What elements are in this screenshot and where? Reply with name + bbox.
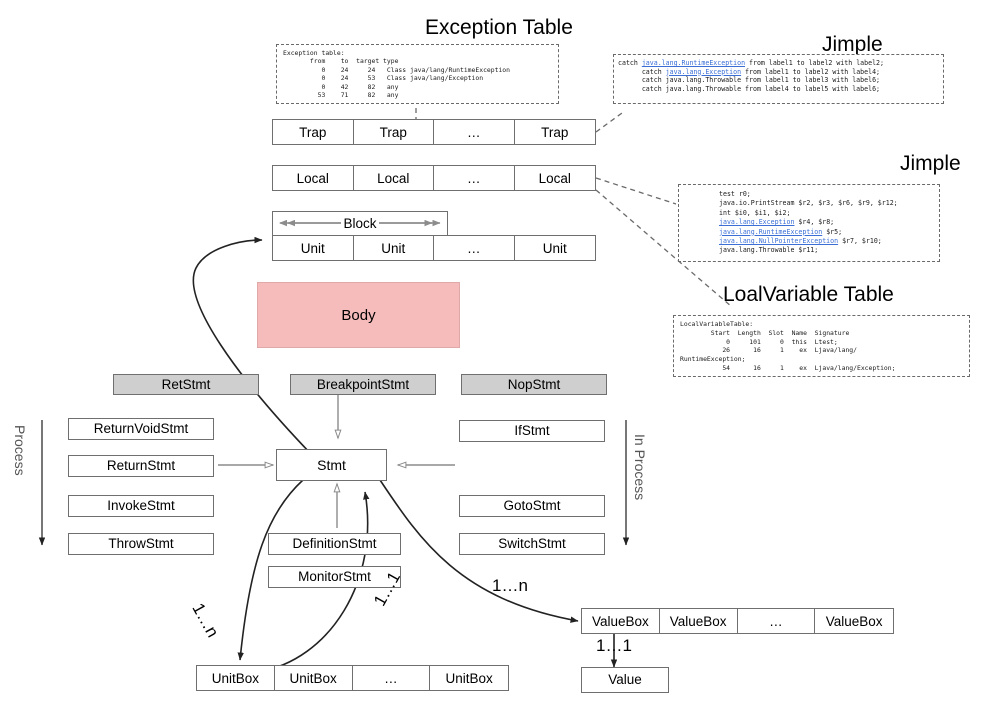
valuebox-strip: ValueBox ValueBox… ValueBox [581,608,894,634]
monitorstmt-label: MonitorStmt [298,569,371,585]
strip-cell[interactable]: Trap [515,120,596,144]
jimple-mid-code: test r0; java.io.PrintStream $r2, $r3, $r… [678,184,940,262]
code-line: test r0; [719,190,751,198]
switchstmt-label: SwitchStmt [498,536,566,552]
strip-cell[interactable]: … [434,236,515,260]
retstmt-box[interactable]: RetStmt [113,374,259,395]
gotostmt-label: GotoStmt [503,498,561,514]
strip-cell[interactable]: … [434,120,515,144]
strip-cell[interactable]: ValueBox [660,609,738,633]
heading-jimple-mid: Jimple [900,152,961,175]
block-bracket: Block [272,211,448,235]
code-line: java.lang.NullPointerException $r7, $r10… [719,237,882,246]
code-line: 0 42 82 any [283,82,399,91]
strip-cell[interactable]: UnitBox [197,666,275,690]
code-type-link[interactable]: java.lang.RuntimeException [719,228,822,236]
strip-cell[interactable]: Local [354,166,434,190]
code-line: LocalVariableTable: [680,320,754,328]
ifstmt-label: IfStmt [514,423,550,439]
strip-cell[interactable]: Unit [515,236,596,260]
strip-cell[interactable]: Trap [354,120,434,144]
strip-cell[interactable]: ValueBox [815,609,893,633]
nopstmt-box[interactable]: NopStmt [461,374,607,395]
strip-cell[interactable]: Unit [273,236,354,260]
strip-cell[interactable]: … [353,666,431,690]
code-line: int $i0, $i1, $i2; [719,208,791,217]
mult-valuebox-value: 1…1 [596,636,632,655]
breakpointstmt-box[interactable]: BreakpointStmt [290,374,436,395]
code-type-link[interactable]: java.lang.NullPointerException [719,237,838,245]
code-line: java.io.PrintStream $r2, $r3, $r6, $r9, … [719,199,898,208]
code-line: from to target type [283,57,399,66]
mult-stmt-valuebox: 1…n [492,576,528,595]
local-variable-table-code: LocalVariableTable: Start Length Slot Na… [673,315,970,377]
code-line: catch java.lang.RuntimeException from la… [618,59,884,67]
strip-cell[interactable]: … [738,609,816,633]
returnvoidstmt-label: ReturnVoidStmt [93,421,189,437]
strip-cell[interactable]: UnitBox [430,666,508,690]
trap-strip: Trap Trap… Trap [272,119,596,145]
throwstmt-box[interactable]: ThrowStmt [68,533,214,555]
unit-strip: Unit Unit… Unit [272,235,596,261]
invokestmt-box[interactable]: InvokeStmt [68,495,214,517]
code-line: 54 16 1 ex Ljava/lang/Exception; [680,363,896,372]
diagram-canvas: Exception Table Jimple Jimple LoalVariab… [0,0,998,720]
strip-cell[interactable]: UnitBox [275,666,353,690]
code-type-link[interactable]: java.lang.Exception [666,68,741,76]
value-label: Value [608,672,642,688]
block-label: Block [341,215,379,231]
strip-cell[interactable]: Unit [354,236,434,260]
code-line: 0 24 53 Class java/lang/Exception [283,74,484,83]
strip-cell[interactable]: Trap [273,120,354,144]
returnstmt-label: ReturnStmt [106,458,176,474]
unitbox-strip: UnitBox UnitBox… UnitBox [196,665,509,691]
body-box: Body [257,282,460,348]
gotostmt-box[interactable]: GotoStmt [459,495,605,517]
code-line: catch java.lang.Throwable from label4 to… [618,84,881,93]
code-line: Start Length Slot Name Signature [680,328,850,337]
switchstmt-box[interactable]: SwitchStmt [459,533,605,555]
strip-cell[interactable]: Local [515,166,596,190]
invokestmt-label: InvokeStmt [107,498,175,514]
code-line: java.lang.RuntimeException $r5; [719,227,843,236]
retstmt-label: RetStmt [161,376,211,392]
definitionstmt-box[interactable]: DefinitionStmt [268,533,401,555]
returnvoidstmt-box[interactable]: ReturnVoidStmt [68,418,214,440]
breakpointstmt-label: BreakpointStmt [316,376,410,392]
code-line: java.lang.Exception $r4, $r8; [719,218,835,227]
local-strip: Local Local… Local [272,165,596,191]
code-line: 26 16 1 ex Ljava/lang/ [680,346,857,355]
code-line: Exception table: [283,49,345,57]
code-line: 53 71 82 any [283,91,399,100]
stmt-box[interactable]: Stmt [276,449,387,481]
code-line: java.lang.Throwable $r11; [719,246,819,255]
code-line: 0 101 0 this Ltest; [680,337,838,346]
strip-cell[interactable]: … [434,166,515,190]
code-line: 0 24 24 Class java/lang/RuntimeException [283,65,511,74]
strip-cell[interactable]: ValueBox [582,609,660,633]
nopstmt-label: NopStmt [507,376,561,392]
code-line: RuntimeException; [680,355,746,364]
jimple-top-code: catch java.lang.RuntimeException from la… [613,54,944,104]
value-box[interactable]: Value [581,667,669,693]
throwstmt-label: ThrowStmt [108,536,174,552]
code-type-link[interactable]: java.lang.RuntimeException [642,59,745,67]
process-label-left: Process [12,425,28,476]
code-line: catch java.lang.Exception from label1 to… [618,67,881,76]
definitionstmt-label: DefinitionStmt [292,536,377,552]
strip-cell[interactable]: Local [273,166,354,190]
mult-stmt-unitbox: 1…n [188,600,223,641]
code-type-link[interactable]: java.lang.Exception [719,218,794,226]
stmt-label: Stmt [317,457,346,473]
body-label: Body [341,306,376,324]
process-label-right: In Process [632,434,648,501]
heading-exception-table: Exception Table [425,16,573,39]
exception-table-code: Exception table: from to target type 0 2… [276,44,559,104]
ifstmt-box[interactable]: IfStmt [459,420,605,442]
returnstmt-box[interactable]: ReturnStmt [68,455,214,477]
heading-local-variable-table: LoalVariable Table [723,283,894,306]
code-line: catch java.lang.Throwable from label1 to… [618,76,881,85]
